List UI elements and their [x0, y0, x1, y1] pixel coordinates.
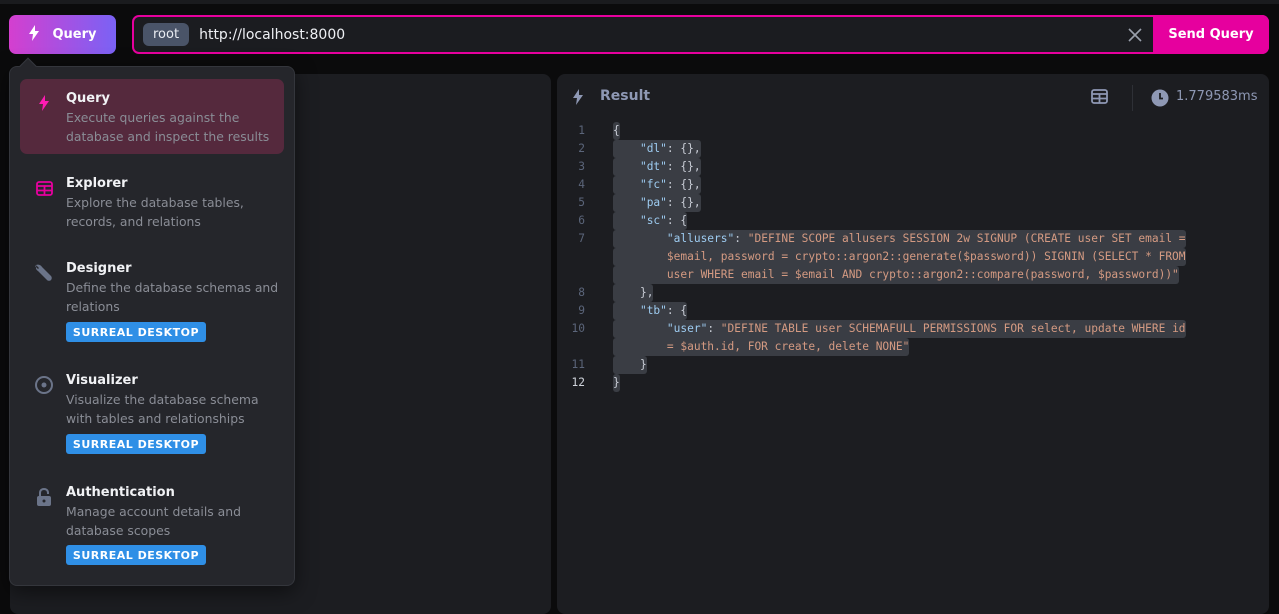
menu-item-authentication[interactable]: Authentication Manage account details an…: [20, 473, 284, 573]
dropdown-arrow: [19, 57, 37, 75]
code-line: 2 "dl": {},: [557, 140, 1269, 158]
code-line: 10 "user": "DEFINE TABLE user SCHEMAFULL…: [557, 320, 1269, 338]
line-number: 5: [578, 196, 585, 209]
code-text: {: [613, 122, 620, 140]
clock-icon: [1151, 89, 1169, 111]
surreal-desktop-badge: SURREAL DESKTOP: [66, 434, 206, 454]
result-title: Result: [600, 88, 651, 104]
lightning-icon: [34, 93, 54, 113]
code-line: 7 "allusers": "DEFINE SCOPE allusers SES…: [557, 230, 1269, 248]
code-line: 1{: [557, 122, 1269, 140]
code-line: 6 "sc": {: [557, 212, 1269, 230]
code-line: 5 "pa": {},: [557, 194, 1269, 212]
view-mode-label: Query: [52, 27, 97, 42]
endpoint-url[interactable]: http://localhost:8000: [199, 27, 1117, 43]
code-line: 12}: [557, 374, 1269, 392]
view-mode-dropdown: Query Execute queries against the databa…: [9, 57, 295, 586]
table-icon: [34, 178, 54, 198]
code-text: "user": "DEFINE TABLE user SCHEMAFULL PE…: [613, 320, 1186, 338]
menu-item-title: Authentication: [66, 485, 175, 500]
menu-item-description: Visualize the database schema with table…: [66, 392, 259, 426]
code-text: = $auth.id, FOR create, delete NONE": [613, 338, 910, 356]
menu-item-description: Manage account details and database scop…: [66, 504, 241, 538]
code-line-wrap: = $auth.id, FOR create, delete NONE": [557, 338, 1269, 356]
code-text: "dt": {},: [613, 158, 701, 176]
code-text: }: [613, 356, 647, 374]
code-line: 3 "dt": {},: [557, 158, 1269, 176]
lightning-icon: [572, 88, 584, 110]
code-line-wrap: user WHERE email = $email AND crypto::ar…: [557, 266, 1269, 284]
menu-item-title: Designer: [66, 261, 132, 276]
menu-item-designer[interactable]: Designer Define the database schemas and…: [20, 249, 284, 349]
line-number: 9: [578, 304, 585, 317]
line-number: 12: [571, 376, 585, 389]
menu-item-description: Explore the database tables, records, an…: [66, 195, 244, 229]
target-icon: [34, 375, 54, 395]
surreal-desktop-badge: SURREAL DESKTOP: [66, 545, 206, 565]
lock-icon: [34, 487, 54, 507]
query-duration: 1.779583ms: [1176, 89, 1258, 104]
line-number: 4: [578, 178, 585, 191]
window-top-edge: [0, 0, 1279, 4]
code-text: "fc": {},: [613, 176, 701, 194]
table-icon: [1091, 89, 1108, 104]
code-text: }: [613, 374, 620, 392]
code-text: $email, password = crypto::argon2::gener…: [613, 248, 1186, 266]
surreal-desktop-badge: SURREAL DESKTOP: [66, 322, 206, 342]
connection-bar: root http://localhost:8000 Send Query: [132, 15, 1269, 54]
result-json-viewer[interactable]: 1{ 2 "dl": {}, 3 "dt": {}, 4 "fc": {}, 5…: [557, 122, 1269, 392]
menu-item-description: Execute queries against the database and…: [66, 110, 270, 144]
menu-item-explorer[interactable]: Explorer Explore the database tables, re…: [20, 164, 284, 239]
table-view-toggle[interactable]: [1091, 89, 1108, 108]
line-number: 10: [571, 322, 585, 335]
code-text: "sc": {: [613, 212, 688, 230]
clear-button[interactable]: [1117, 17, 1153, 53]
menu-item-query[interactable]: Query Execute queries against the databa…: [20, 79, 284, 154]
namespace-badge[interactable]: root: [143, 23, 190, 46]
result-panel: Result 1.779583ms 1{ 2 "dl": {}, 3 "dt":…: [557, 74, 1269, 614]
send-query-button[interactable]: Send Query: [1153, 15, 1269, 54]
code-line: 9 "tb": {: [557, 302, 1269, 320]
code-text: "allusers": "DEFINE SCOPE allusers SESSI…: [613, 230, 1186, 248]
menu-item-title: Query: [66, 91, 111, 106]
code-text: "pa": {},: [613, 194, 701, 212]
lightning-icon: [28, 24, 40, 45]
line-number: 2: [578, 142, 585, 155]
line-number: 3: [578, 160, 585, 173]
close-icon: [1128, 27, 1142, 42]
code-text: "dl": {},: [613, 140, 701, 158]
menu-item-description: Define the database schemas and relation…: [66, 280, 279, 314]
line-number: 7: [578, 232, 585, 245]
result-header: Result 1.779583ms: [557, 74, 1269, 120]
menu-item-title: Explorer: [66, 176, 128, 191]
code-line: 11 }: [557, 356, 1269, 374]
header-divider: [1132, 85, 1133, 111]
code-line: 4 "fc": {},: [557, 176, 1269, 194]
code-line: 8 },: [557, 284, 1269, 302]
code-line-wrap: $email, password = crypto::argon2::gener…: [557, 248, 1269, 266]
code-text: },: [613, 284, 654, 302]
menu-item-title: Visualizer: [66, 373, 138, 388]
code-text: user WHERE email = $email AND crypto::ar…: [613, 266, 1179, 284]
view-mode-button[interactable]: Query: [9, 15, 116, 54]
wrench-icon: [34, 263, 54, 283]
line-number: 11: [571, 358, 585, 371]
line-number: 1: [578, 124, 585, 137]
line-number: 6: [578, 214, 585, 227]
menu-item-visualizer[interactable]: Visualizer Visualize the database schema…: [20, 361, 284, 461]
line-number: 8: [578, 286, 585, 299]
code-text: "tb": {: [613, 302, 688, 320]
